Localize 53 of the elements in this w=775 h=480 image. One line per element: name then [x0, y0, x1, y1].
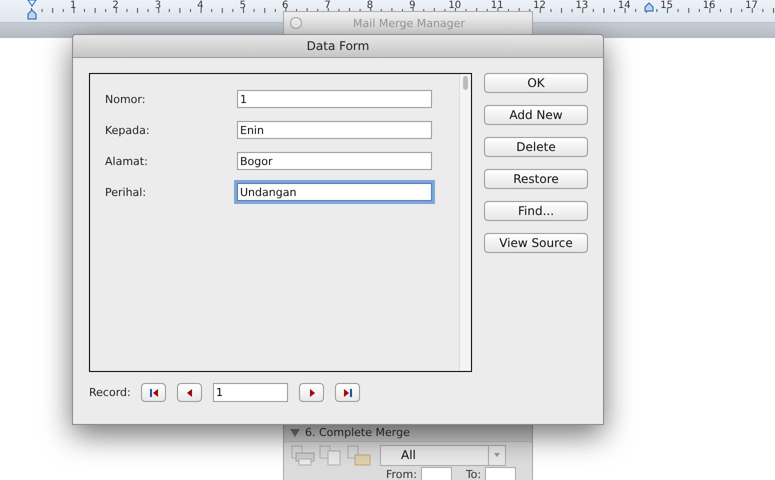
- input-field[interactable]: Undangan: [237, 183, 432, 201]
- input-field[interactable]: 1: [237, 90, 432, 108]
- previous-record-button[interactable]: [177, 383, 202, 402]
- ruler-number: 16: [702, 0, 716, 11]
- ruler-number: 8: [366, 0, 374, 11]
- field-label: Nomor:: [105, 92, 146, 106]
- ruler-number: 15: [660, 0, 674, 11]
- field-label: Perihal:: [105, 186, 148, 198]
- record-field[interactable]: 1: [213, 383, 288, 402]
- last-record-button[interactable]: [335, 383, 360, 402]
- dialog-button[interactable]: View Source: [484, 233, 588, 253]
- ruler-number: 3: [154, 0, 162, 11]
- ruler-number: 7: [324, 0, 331, 11]
- ruler-number: 13: [576, 0, 588, 11]
- close-icon[interactable]: [290, 17, 302, 29]
- ruler-number: 4: [197, 0, 204, 11]
- to-label: To:: [466, 468, 482, 480]
- field-label: Alamat:: [105, 154, 149, 168]
- input-field[interactable]: Bogor: [237, 152, 432, 170]
- caret-icon: [494, 453, 500, 457]
- window-title: Mail Merge Manager: [352, 16, 466, 30]
- dialog-button[interactable]: OK: [484, 73, 588, 93]
- ruler-number: 6: [282, 0, 288, 11]
- input-field[interactable]: Enin: [237, 121, 432, 139]
- ruler-number: 12: [533, 0, 546, 11]
- ruler-number: 14: [618, 0, 631, 11]
- first-record-button[interactable]: [141, 383, 166, 402]
- from-label: From:: [386, 468, 417, 480]
- first-icon: [148, 388, 158, 398]
- dialog-button[interactable]: Restore: [484, 169, 588, 189]
- ruler-number: 11: [490, 0, 504, 11]
- left-triangle-icon: [184, 388, 194, 398]
- dialog-button[interactable]: Add New: [484, 105, 588, 125]
- ruler-number: 9: [409, 0, 416, 11]
- ruler-number: 10: [448, 0, 462, 11]
- ruler-number: 5: [240, 0, 246, 11]
- ruler-number: 17: [745, 0, 758, 11]
- field-label: Kepada:: [105, 124, 151, 136]
- envelope-icon[interactable]: [346, 444, 372, 466]
- dialog-button[interactable]: Delete: [484, 137, 588, 157]
- last-icon: [342, 388, 352, 398]
- ruler-number: 2: [112, 0, 119, 11]
- scrollbar[interactable]: [459, 74, 471, 371]
- right-indent-marker-icon[interactable]: [644, 2, 654, 12]
- next-record-button[interactable]: [299, 383, 324, 402]
- indent-marker-icon[interactable]: [27, 0, 37, 22]
- dialog-button[interactable]: Find...: [484, 201, 588, 221]
- window-title: Data Form: [306, 39, 370, 53]
- record-label: Record:: [89, 386, 130, 399]
- printer-icon[interactable]: [290, 444, 316, 466]
- range-dropdown[interactable]: All: [380, 444, 506, 466]
- section-title: 6. Complete Merge: [305, 426, 410, 439]
- ruler-number: 1: [70, 0, 76, 11]
